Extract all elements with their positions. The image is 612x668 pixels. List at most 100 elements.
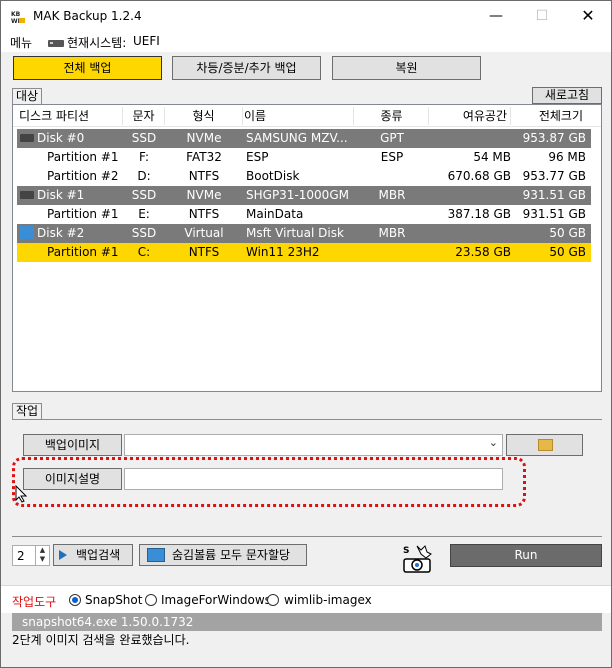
table-row[interactable]: Disk #0 SSD NVMe SAMSUNG MZV... GPT 953.87 GB <box>17 129 591 148</box>
column-header[interactable]: 형식 <box>165 107 243 125</box>
tab-restore[interactable]: 복원 <box>332 56 481 80</box>
backup-search-label: 백업검색 <box>76 548 121 562</box>
browse-folder-button[interactable] <box>506 434 583 456</box>
column-header[interactable]: 여유공간 <box>430 107 511 125</box>
stepper-arrows-icon[interactable]: ▲ ▼ <box>35 546 49 565</box>
table-cell-type: FAT32 <box>165 148 243 167</box>
table-cell-free: 387.18 GB <box>430 205 511 224</box>
table-cell-total: 953.87 GB <box>514 129 586 148</box>
cell-text: C: <box>137 245 151 259</box>
cell-text: BootDisk <box>246 169 300 183</box>
table-cell-drive: E: <box>123 205 165 224</box>
cell-text: Partition #1 <box>47 207 119 221</box>
cell-text: GPT <box>380 131 404 145</box>
table-cell-drive: SSD <box>123 224 165 243</box>
radio-snapshot[interactable] <box>69 594 81 606</box>
system-label: 현재시스템: <box>67 36 127 50</box>
cell-text: NVMe <box>186 131 222 145</box>
cell-text: 953.87 GB <box>522 131 586 145</box>
radio-imageforwindows[interactable] <box>145 594 157 606</box>
search-depth-stepper[interactable]: 2 ▲ ▼ <box>12 545 50 566</box>
table-cell-label: SAMSUNG MZV... <box>246 129 354 148</box>
cell-text: 54 MB <box>473 150 511 164</box>
menu-bar: 메뉴 현재시스템: UEFI <box>1 32 611 52</box>
cell-text: SSD <box>131 188 157 202</box>
cell-text: 50 GB <box>549 245 586 259</box>
table-cell-total: 96 MB <box>514 148 586 167</box>
table-row[interactable]: Partition #2 D: NTFS BootDisk 670.68 GB 953.7… <box>17 167 591 186</box>
mouse-cursor-icon <box>15 484 28 507</box>
backup-search-button[interactable]: 백업검색 <box>53 544 133 566</box>
radio-wimlib[interactable] <box>267 594 279 606</box>
cell-text: Win11 23H2 <box>246 245 320 259</box>
refresh-button[interactable]: 새로고침 <box>532 87 602 104</box>
close-button[interactable]: ✕ <box>565 1 611 32</box>
table-row[interactable]: Disk #2 SSD Virtual Msft Virtual Disk MBR 50 … <box>17 224 591 243</box>
table-cell-label: ESP <box>246 148 354 167</box>
table-cell-free: 23.58 GB <box>430 243 511 262</box>
minimize-button[interactable]: — <box>473 1 519 32</box>
cell-text: SSD <box>131 131 157 145</box>
table-cell-drive: D: <box>123 167 165 186</box>
column-header[interactable]: 전체크기 <box>512 107 586 125</box>
svg-text:KB: KB <box>11 11 21 18</box>
column-header[interactable]: 문자 <box>123 107 165 125</box>
table-cell-scheme: GPT <box>355 129 429 148</box>
table-row[interactable]: Partition #1 F: FAT32 ESP ESP 54 MB 96 MB <box>17 148 591 167</box>
target-group-label: 대상 <box>12 88 43 104</box>
table-cell-scheme: ESP <box>355 148 429 167</box>
radio-label-snapshot[interactable]: SnapShot <box>85 593 142 607</box>
work-group-label: 작업 <box>12 403 43 419</box>
app-logo-icon: KB WP <box>10 10 26 25</box>
table-cell-type: Virtual <box>165 224 243 243</box>
table-cell-label: Msft Virtual Disk <box>246 224 354 243</box>
tools-bar: 작업도구 SnapShot ImageForWindows wimlib-ima… <box>1 585 611 613</box>
run-button[interactable]: Run <box>450 544 602 567</box>
table-cell-free: 670.68 GB <box>430 167 511 186</box>
menu-item-menu[interactable]: 메뉴 <box>10 34 32 51</box>
table-cell-label: Win11 23H2 <box>246 243 354 262</box>
table-cell-scheme: MBR <box>355 186 429 205</box>
table-row[interactable]: Disk #1 SSD NVMe SHGP31-1000GM MBR 931.51 GB <box>17 186 591 205</box>
cell-text: Partition #1 <box>47 150 119 164</box>
radio-label-wimlib[interactable]: wimlib-imagex <box>284 593 372 607</box>
cell-text: MainData <box>246 207 304 221</box>
cell-text: Virtual <box>184 226 224 240</box>
app-window: KB WP MAK Backup 1.2.4 — ☐ ✕ 메뉴 현재시스템: U… <box>0 0 612 668</box>
cell-text: 23.58 GB <box>455 245 511 259</box>
table-cell-type: NVMe <box>165 186 243 205</box>
table-cell-name: Disk #2 <box>20 224 124 243</box>
cell-text: E: <box>138 207 150 221</box>
backup-image-button[interactable]: 백업이미지 <box>23 434 122 456</box>
table-cell-total: 931.51 GB <box>514 205 586 224</box>
radio-label-imageforwindows[interactable]: ImageForWindows <box>161 593 271 607</box>
cell-text: 670.68 GB <box>447 169 511 183</box>
table-row[interactable]: Partition #1 C: NTFS Win11 23H2 23.58 GB 50 G… <box>17 243 591 262</box>
disk-icon <box>20 190 34 199</box>
table-cell-total: 931.51 GB <box>514 186 586 205</box>
folder-icon <box>538 439 553 451</box>
cell-text: SSD <box>131 226 157 240</box>
cell-text: 96 MB <box>548 150 586 164</box>
table-cell-name: Disk #1 <box>20 186 124 205</box>
disk-list[interactable]: 디스크 파티션 문자 형식 이름 종류 여유공간 전체크기 Disk #0 SSD… <box>12 104 602 392</box>
column-header[interactable]: 종류 <box>355 107 429 125</box>
chevron-down-icon: ⌄ <box>488 436 498 449</box>
snapshot-camera-icon[interactable]: S <box>401 544 433 574</box>
table-cell-type: NTFS <box>165 243 243 262</box>
backup-image-select[interactable]: ⌄ <box>124 434 503 456</box>
table-row[interactable]: Partition #1 E: NTFS MainData 387.18 GB 931.5… <box>17 205 591 224</box>
cell-text: 50 GB <box>549 226 586 240</box>
title-bar[interactable]: KB WP MAK Backup 1.2.4 — ☐ ✕ <box>1 1 611 32</box>
cell-text: ESP <box>380 150 404 164</box>
tab-full-backup[interactable]: 전체 백업 <box>13 56 162 80</box>
cell-text: MBR <box>378 188 406 202</box>
tab-diff-backup[interactable]: 차등/증분/추가 백업 <box>172 56 321 80</box>
table-cell-drive: SSD <box>123 186 165 205</box>
maximize-button[interactable]: ☐ <box>519 1 565 32</box>
cell-text: 931.51 GB <box>522 188 586 202</box>
column-header[interactable]: 이름 <box>244 107 354 125</box>
table-cell-total: 953.77 GB <box>514 167 586 186</box>
assign-letters-button[interactable]: 숨김볼륨 모두 문자할당 <box>139 544 307 566</box>
column-header[interactable]: 디스크 파티션 <box>19 107 123 125</box>
